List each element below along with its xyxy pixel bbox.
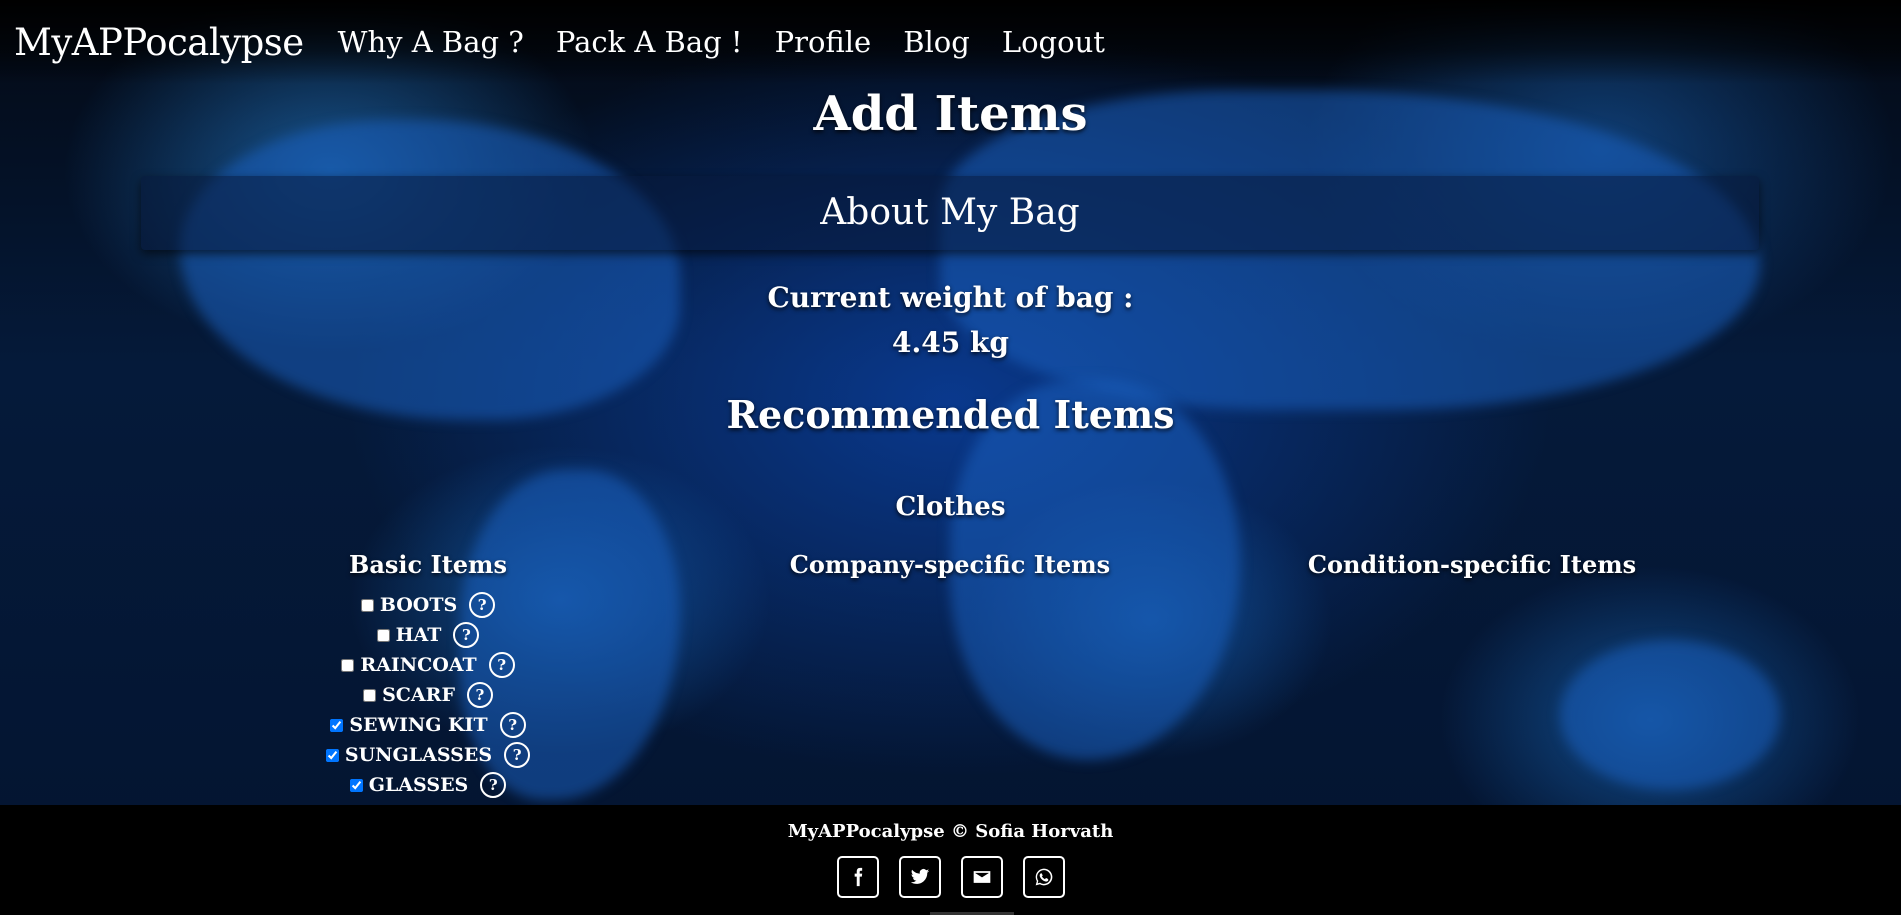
list-item: SUNGLASSES ? [278, 740, 578, 770]
help-icon[interactable]: ? [453, 622, 480, 648]
help-icon[interactable]: ? [480, 772, 507, 798]
item-checkbox[interactable] [360, 598, 374, 612]
basic-items-list: BOOTS ? HAT ? RAINCOAT ? SCARF ? SEWING … [278, 590, 578, 800]
item-label: SUNGLASSES [344, 744, 493, 766]
condition-items-heading: Condition-specific Items [1307, 550, 1637, 579]
map-australia [1560, 640, 1780, 790]
list-item: HAT ? [278, 620, 578, 650]
help-icon[interactable]: ? [488, 652, 515, 678]
list-item: BOOTS ? [278, 590, 578, 620]
list-item: SEWING KIT ? [278, 710, 578, 740]
map-north-america [180, 120, 680, 420]
category-title: Clothes [895, 492, 1006, 522]
item-label: HAT [395, 624, 442, 646]
nav-pack-a-bag[interactable]: Pack A Bag ! [556, 25, 743, 59]
nav-why-a-bag[interactable]: Why A Bag ? [338, 25, 524, 59]
page-title: Add Items [813, 86, 1088, 142]
item-checkbox[interactable] [376, 628, 390, 642]
list-item: SCARF ? [278, 680, 578, 710]
basic-items-heading: Basic Items [349, 550, 507, 579]
company-items-heading: Company-specific Items [789, 550, 1111, 579]
list-item: RAINCOAT ? [278, 650, 578, 680]
about-my-bag-title: About My Bag [820, 192, 1080, 233]
nav-logout[interactable]: Logout [1002, 25, 1105, 59]
about-my-bag-panel[interactable]: About My Bag [141, 176, 1759, 250]
list-item: GLASSES ? [278, 770, 578, 800]
item-checkbox[interactable] [330, 718, 344, 732]
weight-value: 4.45 kg [892, 326, 1009, 359]
navbar: MyAPPocalypse Why A Bag ? Pack A Bag ! P… [0, 0, 1901, 84]
footer-copyright: MyAPPocalypse © Sofia Horvath [787, 821, 1114, 842]
item-checkbox[interactable] [363, 688, 377, 702]
item-label: RAINCOAT [360, 654, 477, 676]
weight-label: Current weight of bag : [767, 281, 1134, 314]
recommended-items-title: Recommended Items [726, 392, 1175, 437]
item-checkbox[interactable] [325, 748, 339, 762]
item-checkbox[interactable] [349, 778, 363, 792]
help-icon[interactable]: ? [504, 742, 531, 768]
email-icon[interactable] [960, 856, 1003, 898]
item-checkbox[interactable] [341, 658, 355, 672]
brand-logo[interactable]: MyAPPocalypse [14, 21, 304, 64]
help-icon[interactable]: ? [466, 682, 493, 708]
help-icon[interactable]: ? [469, 592, 496, 618]
social-links [0, 856, 1901, 898]
item-label: SEWING KIT [349, 714, 488, 736]
facebook-icon[interactable] [836, 856, 879, 898]
footer: MyAPPocalypse © Sofia Horvath [0, 805, 1901, 915]
whatsapp-icon[interactable] [1022, 856, 1065, 898]
item-label: GLASSES [368, 774, 469, 796]
nav-blog[interactable]: Blog [903, 25, 970, 59]
help-icon[interactable]: ? [499, 712, 526, 738]
item-label: BOOTS [379, 594, 458, 616]
nav-profile[interactable]: Profile [775, 25, 872, 59]
item-label: SCARF [382, 684, 455, 706]
twitter-icon[interactable] [898, 856, 941, 898]
